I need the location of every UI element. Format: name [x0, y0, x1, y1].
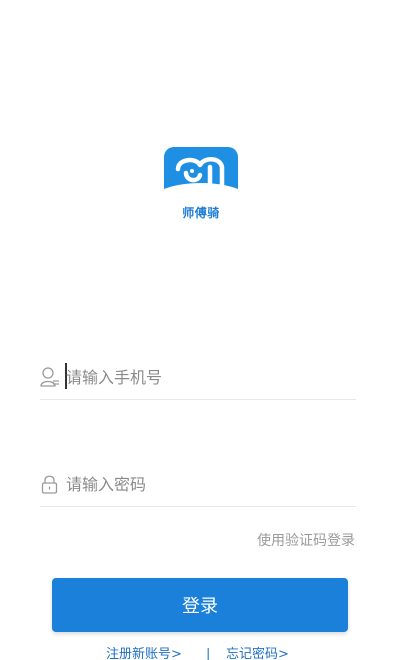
password-input[interactable] [66, 470, 352, 498]
bottom-links: 注册新账号> | 忘记密码> [0, 646, 400, 660]
password-field[interactable] [40, 462, 356, 507]
sms-login-link[interactable]: 使用验证码登录 [257, 530, 355, 550]
forgot-password-link[interactable]: 忘记密码> [226, 648, 289, 660]
login-button[interactable]: 登录 [52, 578, 348, 632]
lock-icon [40, 473, 60, 495]
register-link[interactable]: 注册新账号> [106, 648, 182, 660]
brand-name: 师傅骑 [182, 206, 220, 220]
phone-field[interactable] [40, 355, 356, 400]
app-logo: 师傅骑 [164, 147, 238, 225]
phone-input[interactable] [66, 363, 352, 391]
logo-card: 师傅骑 [164, 147, 238, 225]
elephant-logo-icon [164, 147, 238, 202]
user-icon [40, 366, 60, 388]
link-divider: | [206, 647, 211, 660]
